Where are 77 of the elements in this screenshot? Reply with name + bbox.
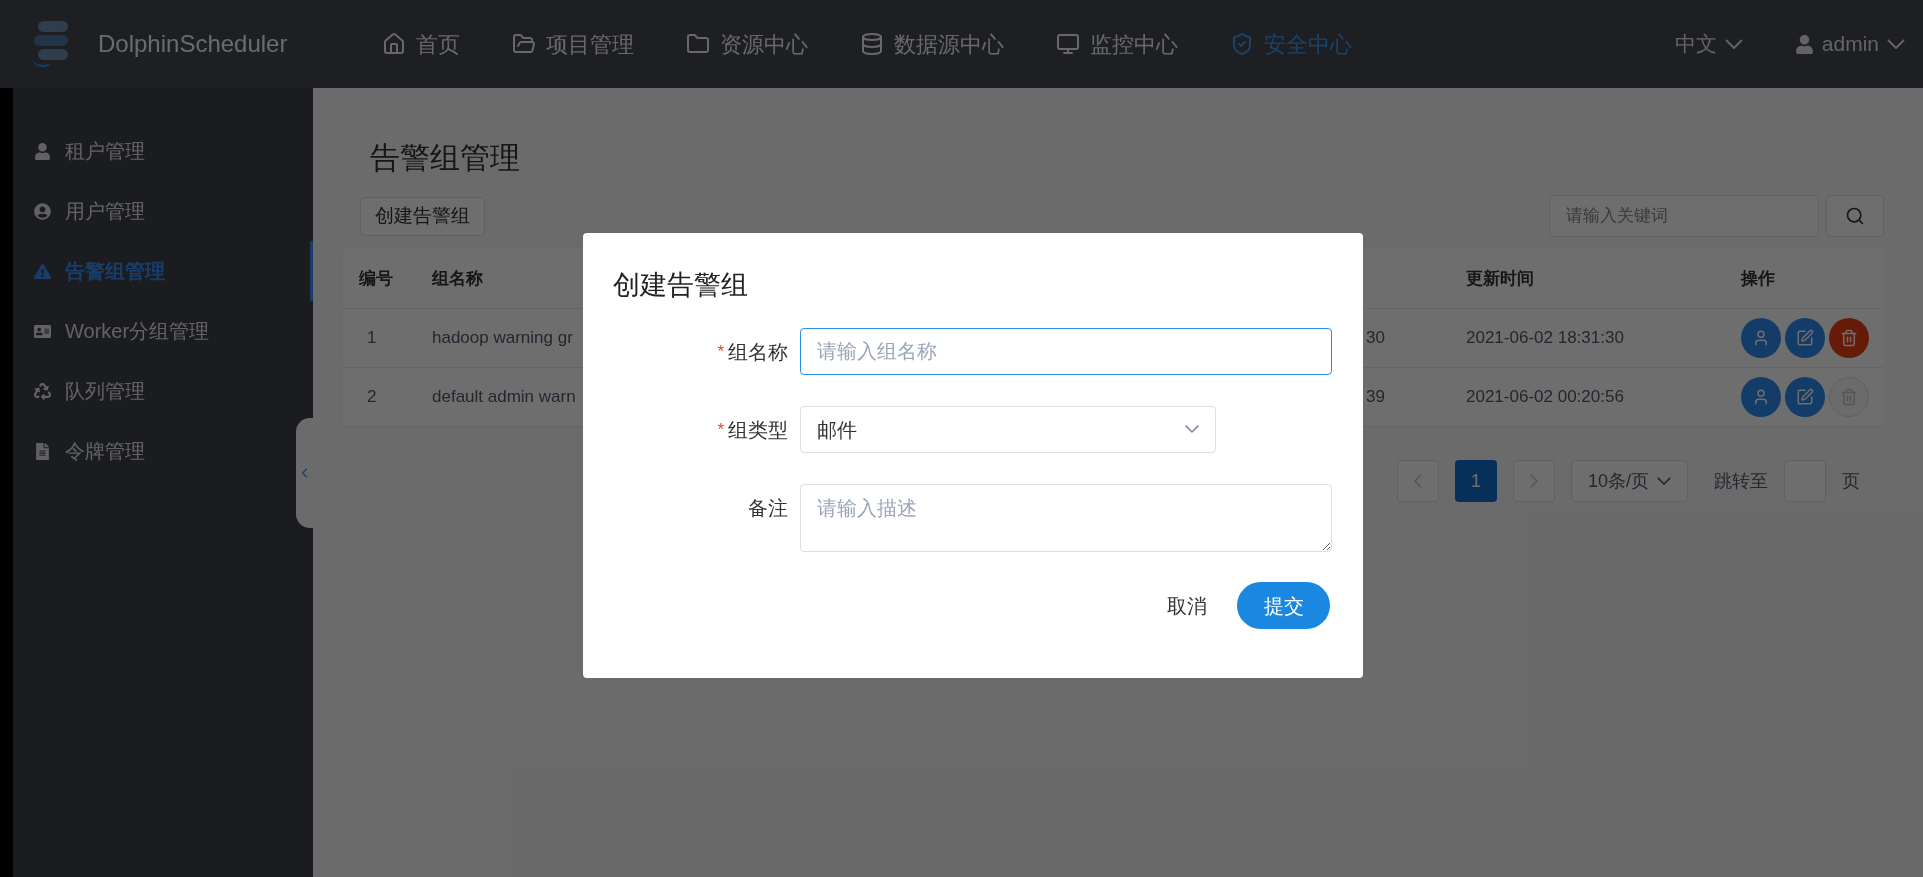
create-alarm-group-button[interactable]: 创建告警组 — [360, 196, 485, 236]
delete-button[interactable] — [1829, 318, 1869, 358]
field-label: 组名称 — [728, 339, 788, 365]
folder-icon — [686, 32, 710, 56]
chevron-down-icon — [1887, 38, 1905, 50]
search-button[interactable] — [1826, 195, 1884, 237]
page-button[interactable]: 1 — [1454, 460, 1497, 502]
search-icon — [1845, 206, 1865, 226]
table-cell-text: default admin warn — [431, 386, 576, 409]
edit-icon — [1796, 329, 1814, 347]
sidebar-item[interactable]: 队列管理 — [13, 361, 313, 421]
table-cell-text: 2021-06-02 18:31:30 — [1466, 327, 1624, 350]
monitor-icon — [1056, 32, 1080, 56]
database-icon — [860, 32, 884, 56]
folder-icon — [512, 32, 536, 56]
edit-button[interactable] — [1785, 318, 1825, 358]
sidebar-item[interactable]: 告警组管理 — [13, 241, 313, 301]
chevron-right-icon — [1529, 474, 1538, 488]
edit-icon — [1796, 388, 1814, 406]
column-header: 编号 — [358, 267, 394, 290]
required-mark: * — [717, 418, 724, 441]
id-card-icon — [34, 322, 51, 340]
description-textarea[interactable]: 请输入描述 — [800, 484, 1332, 552]
table-cell-text: 30 — [1365, 327, 1385, 350]
table-cell-text: hadoop warning gr — [431, 327, 573, 350]
table-cell-text: 2021-06-02 00:20:56 — [1466, 386, 1624, 409]
user-menu[interactable]: admin — [1794, 28, 1905, 60]
sidebar-item[interactable]: Worker分组管理 — [13, 301, 313, 361]
user-icon — [34, 142, 51, 160]
next-page-button[interactable] — [1512, 460, 1555, 502]
language-menu[interactable]: 中文 — [1674, 28, 1743, 60]
document-icon — [34, 442, 51, 460]
submit-button[interactable]: 提交 — [1237, 582, 1330, 629]
chevron-down-icon — [1185, 425, 1199, 434]
chevron-down-icon — [1657, 476, 1671, 486]
field-label: 备注 — [748, 495, 788, 521]
dialog-title: 创建告警组 — [613, 269, 749, 302]
user-icon — [1752, 388, 1770, 406]
sidebar-item[interactable]: 租户管理 — [13, 121, 313, 181]
column-header: 组名称 — [431, 267, 483, 290]
column-header: 操作 — [1739, 267, 1775, 290]
page-size-select[interactable]: 10条/页 — [1570, 460, 1688, 502]
group-name-input[interactable]: 请输入组名称 — [800, 328, 1332, 375]
recycle-icon — [34, 382, 51, 400]
nav-tab[interactable]: 资源中心 — [686, 27, 808, 61]
user-action-button[interactable] — [1741, 318, 1781, 358]
nav-tab[interactable]: 数据源中心 — [860, 27, 1004, 61]
cancel-button[interactable]: 取消 — [1163, 582, 1211, 629]
required-mark: * — [717, 340, 724, 363]
user-icon — [1752, 329, 1770, 347]
nav-tab[interactable]: 安全中心 — [1230, 27, 1352, 61]
user-action-button[interactable] — [1741, 377, 1781, 417]
page-title: 告警组管理 — [369, 140, 521, 176]
user-icon — [1794, 34, 1814, 54]
shield-icon — [1230, 32, 1254, 56]
edit-button[interactable] — [1785, 377, 1825, 417]
nav-tab[interactable]: 首页 — [382, 27, 460, 61]
nav-tab[interactable]: 监控中心 — [1056, 27, 1178, 61]
app-name: DolphinScheduler — [98, 29, 288, 59]
previous-page-button[interactable] — [1396, 460, 1439, 502]
page-suffix: 页 — [1842, 469, 1860, 493]
trash-icon — [1840, 329, 1858, 347]
column-header: 更新时间 — [1466, 267, 1534, 290]
chevron-left-icon — [301, 468, 308, 478]
warning-icon — [34, 262, 51, 280]
home-icon — [382, 32, 406, 56]
field-label: 组类型 — [728, 417, 788, 443]
table-cell-text: 1 — [366, 327, 377, 350]
nav-tab[interactable]: 项目管理 — [512, 27, 634, 61]
sidebar-item[interactable]: 用户管理 — [13, 181, 313, 241]
group-type-select[interactable]: 邮件 — [800, 406, 1216, 453]
table-cell-text: 2 — [366, 386, 377, 409]
jump-label: 跳转至 — [1714, 469, 1768, 493]
chevron-left-icon — [1413, 474, 1422, 488]
table-cell-text: 39 — [1365, 386, 1385, 409]
chevron-down-icon — [1724, 38, 1743, 50]
collapse-handle[interactable] — [296, 418, 313, 528]
